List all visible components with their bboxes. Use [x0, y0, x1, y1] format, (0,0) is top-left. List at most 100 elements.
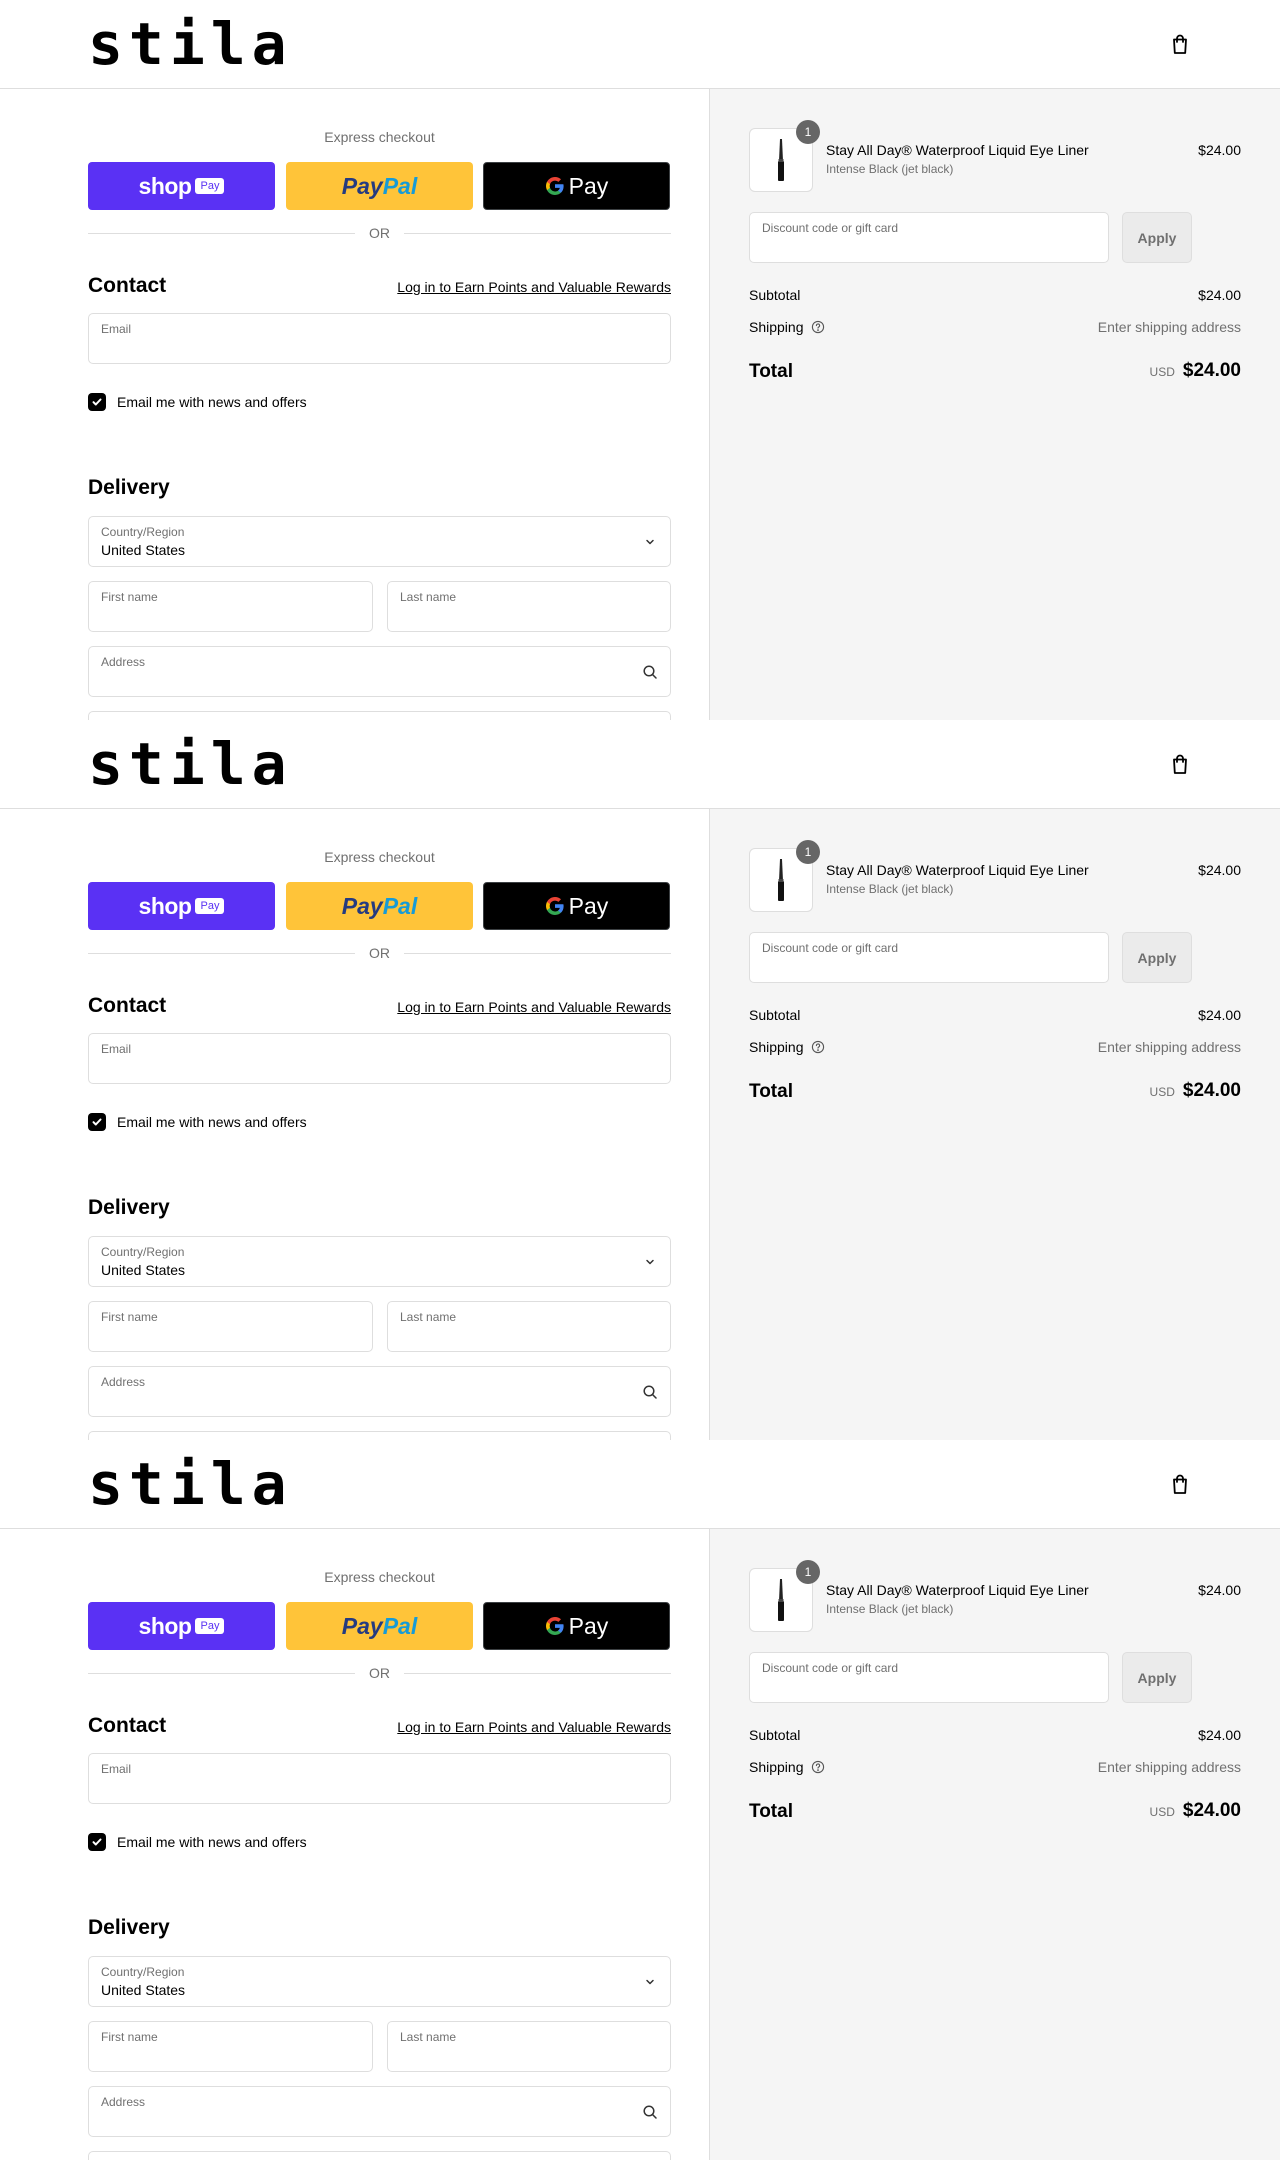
total-price: USD $24.00 [1150, 1080, 1241, 1102]
paypal-pay-text: Pay [341, 1612, 383, 1639]
google-pay-button[interactable]: Pay [483, 1602, 670, 1650]
newsletter-checkbox[interactable] [88, 1113, 106, 1131]
first-name-field[interactable]: First name [88, 581, 373, 632]
country-select[interactable]: Country/Region United States [88, 516, 671, 567]
paypal-pal-text: Pal [382, 892, 418, 919]
delivery-heading: Delivery [88, 1196, 170, 1219]
first-name-label: First name [101, 590, 158, 604]
product-price: $24.00 [1198, 1582, 1241, 1598]
discount-code-field[interactable]: Discount code or gift card [749, 212, 1109, 263]
stila-logo[interactable]: stila [88, 730, 293, 798]
country-label: Country/Region [101, 1965, 185, 1979]
google-pay-wordmark: Pay [545, 173, 608, 200]
product-name: Stay All Day® Waterproof Liquid Eye Line… [826, 142, 1089, 158]
shop-pay-button[interactable]: shop Pay [88, 882, 275, 930]
email-label: Email [101, 1762, 132, 1776]
help-circle-icon[interactable] [811, 1040, 825, 1054]
address-line-2-field[interactable] [88, 711, 671, 720]
or-divider: OR [88, 945, 671, 961]
login-link[interactable]: Log in to Earn Points and Valuable Rewar… [397, 279, 671, 295]
site-header: stila [0, 720, 1280, 809]
email-field[interactable]: Email [88, 1753, 671, 1804]
cart-button[interactable] [1168, 1472, 1192, 1496]
paypal-button[interactable]: PayPal [286, 882, 473, 930]
shop-pay-tag: Pay [195, 1618, 225, 1634]
discount-code-label: Discount code or gift card [762, 1661, 899, 1675]
shop-pay-wordmark: shop [138, 172, 192, 199]
shopping-bag-icon [1173, 754, 1187, 774]
discount-code-field[interactable]: Discount code or gift card [749, 932, 1109, 983]
newsletter-checkbox[interactable] [88, 393, 106, 411]
chevron-down-icon [646, 1259, 654, 1265]
search-icon[interactable] [642, 2104, 658, 2120]
newsletter-label: Email me with news and offers [117, 1114, 307, 1130]
last-name-field[interactable]: Last name [387, 1301, 671, 1352]
apply-discount-button[interactable]: Apply [1122, 212, 1192, 263]
quantity-badge: 1 [796, 840, 820, 864]
paypal-button[interactable]: PayPal [286, 1602, 473, 1650]
email-label: Email [101, 1042, 132, 1056]
subtotal-label: Subtotal [749, 287, 801, 303]
first-name-field[interactable]: First name [88, 1301, 373, 1352]
apply-discount-button[interactable]: Apply [1122, 932, 1192, 983]
country-value: United States [101, 542, 186, 558]
first-name-field[interactable]: First name [88, 2021, 373, 2072]
search-icon[interactable] [642, 1384, 658, 1400]
google-pay-wordmark: Pay [545, 1613, 608, 1640]
help-circle-icon[interactable] [811, 320, 825, 334]
shop-pay-button[interactable]: shop Pay [88, 162, 275, 210]
stila-logo[interactable]: stila [88, 10, 293, 78]
newsletter-label: Email me with news and offers [117, 394, 307, 410]
country-select[interactable]: Country/Region United States [88, 1236, 671, 1287]
login-link[interactable]: Log in to Earn Points and Valuable Rewar… [397, 1719, 671, 1735]
order-summary: 1 Stay All Day® Waterproof Liquid Eye Li… [709, 809, 1280, 1440]
last-name-field[interactable]: Last name [387, 581, 671, 632]
subtotal-value: $24.00 [1198, 1727, 1241, 1743]
first-name-label: First name [101, 1310, 158, 1324]
chevron-down-icon [646, 1979, 654, 1985]
search-icon[interactable] [642, 664, 658, 680]
paypal-button[interactable]: PayPal [286, 162, 473, 210]
paypal-wordmark: PayPal [342, 173, 417, 200]
total-price: USD $24.00 [1150, 360, 1241, 382]
address-field[interactable]: Address [88, 646, 671, 697]
newsletter-label: Email me with news and offers [117, 1834, 307, 1850]
stila-logo[interactable]: stila [88, 1450, 293, 1518]
site-header: stila [0, 0, 1280, 89]
address-label: Address [101, 1375, 146, 1389]
paypal-wordmark: PayPal [342, 893, 417, 920]
newsletter-checkbox[interactable] [88, 1833, 106, 1851]
discount-code-field[interactable]: Discount code or gift card [749, 1652, 1109, 1703]
subtotal-value: $24.00 [1198, 1007, 1241, 1023]
order-summary: 1 Stay All Day® Waterproof Liquid Eye Li… [709, 89, 1280, 720]
apply-discount-button[interactable]: Apply [1122, 1652, 1192, 1703]
google-pay-button[interactable]: Pay [483, 882, 670, 930]
email-field[interactable]: Email [88, 313, 671, 364]
address-line-2-field[interactable] [88, 2151, 671, 2160]
country-select[interactable]: Country/Region United States [88, 1956, 671, 2007]
product-name: Stay All Day® Waterproof Liquid Eye Line… [826, 1582, 1089, 1598]
shipping-label: Shipping [749, 1039, 804, 1055]
google-pay-wordmark: Pay [545, 893, 608, 920]
total-price: USD $24.00 [1150, 1800, 1241, 1822]
shop-pay-button[interactable]: shop Pay [88, 1602, 275, 1650]
subtotal-value: $24.00 [1198, 287, 1241, 303]
product-variant: Intense Black (jet black) [826, 162, 954, 176]
address-line-2-field[interactable] [88, 1431, 671, 1440]
country-label: Country/Region [101, 525, 185, 539]
checkmark-icon [92, 1838, 102, 1846]
google-pay-button[interactable]: Pay [483, 162, 670, 210]
address-field[interactable]: Address [88, 1366, 671, 1417]
divider-line [88, 1672, 355, 1674]
divider-line [88, 232, 355, 234]
help-circle-icon[interactable] [811, 1760, 825, 1774]
cart-button[interactable] [1168, 32, 1192, 56]
cart-button[interactable] [1168, 752, 1192, 776]
email-field[interactable]: Email [88, 1033, 671, 1084]
product-variant: Intense Black (jet black) [826, 1602, 954, 1616]
last-name-field[interactable]: Last name [387, 2021, 671, 2072]
login-link[interactable]: Log in to Earn Points and Valuable Rewar… [397, 999, 671, 1015]
address-field[interactable]: Address [88, 2086, 671, 2137]
checkout-view: stila Express checkout shop Pay PayPal P… [0, 1440, 1280, 2160]
last-name-label: Last name [400, 590, 457, 604]
